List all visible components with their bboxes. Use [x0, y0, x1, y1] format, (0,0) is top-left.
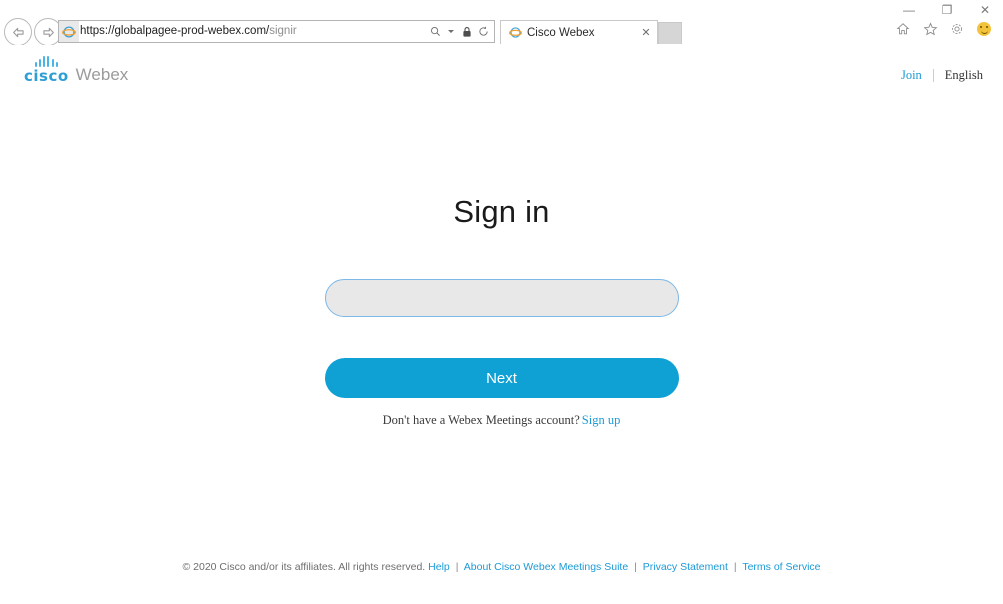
header-navigation: Join English	[901, 68, 983, 83]
sign-up-link[interactable]: Sign up	[582, 413, 621, 427]
footer-link-privacy[interactable]: Privacy Statement	[643, 561, 728, 573]
header-divider	[932, 69, 934, 82]
url-path-text: signir	[269, 25, 297, 37]
favorites-star-icon[interactable]	[921, 20, 939, 38]
url-main-text: https://globalpagee-prod-webex.com/	[80, 25, 270, 37]
browser-chrome: — ❐ ✕ https://globalpagee-prod-webex.com…	[0, 0, 1003, 46]
footer-separator: |	[634, 561, 637, 573]
address-input[interactable]: https://globalpagee-prod-webex.com/signi…	[79, 21, 425, 42]
feedback-smiley-icon[interactable]	[975, 20, 993, 38]
address-bar[interactable]: https://globalpagee-prod-webex.com/signi…	[58, 20, 495, 43]
webex-signin-page: cisco Webex Join English Sign in Next Do…	[0, 46, 1003, 604]
language-selector[interactable]: English	[945, 68, 983, 83]
lock-icon	[461, 25, 473, 39]
join-link[interactable]: Join	[901, 68, 922, 83]
browser-navigation	[4, 18, 64, 46]
tools-gear-icon[interactable]	[948, 20, 966, 38]
minimize-button[interactable]: —	[899, 2, 919, 18]
close-window-button[interactable]: ✕	[975, 2, 995, 18]
window-controls: — ❐ ✕	[899, 2, 995, 18]
tab-strip: Cisco Webex ✕	[500, 20, 682, 44]
footer-link-help[interactable]: Help	[428, 561, 450, 573]
page-title: Sign in	[453, 194, 550, 229]
cisco-webex-logo[interactable]: cisco Webex	[24, 56, 128, 84]
cisco-bridge-icon	[34, 56, 58, 67]
footer-link-about[interactable]: About Cisco Webex Meetings Suite	[464, 561, 628, 573]
refresh-icon[interactable]	[477, 25, 489, 39]
search-icon[interactable]	[429, 25, 441, 39]
copyright-text: © 2020 Cisco and/or its affiliates. All …	[182, 561, 426, 573]
webex-wordmark: Webex	[75, 65, 129, 84]
signup-prompt-row: Don't have a Webex Meetings account? Sign…	[325, 413, 679, 428]
signin-form: Next Don't have a Webex Meetings account…	[324, 230, 679, 428]
internet-explorer-icon	[59, 25, 79, 39]
footer-separator: |	[733, 561, 737, 573]
tab-cisco-webex[interactable]: Cisco Webex ✕	[500, 20, 658, 44]
address-bar-icons	[425, 21, 494, 42]
home-icon[interactable]	[894, 20, 912, 38]
signup-prompt-text: Don't have a Webex Meetings account?	[382, 413, 580, 427]
tab-favicon-icon	[507, 26, 523, 39]
footer-separator: |	[455, 561, 459, 573]
cisco-logo-mark: cisco	[24, 56, 69, 84]
browser-toolbar-icons	[894, 20, 993, 38]
site-header: cisco Webex Join English	[0, 46, 1003, 98]
next-button[interactable]: Next	[324, 358, 679, 398]
email-input[interactable]	[324, 279, 679, 317]
back-button[interactable]	[4, 18, 32, 46]
restore-button[interactable]: ❐	[937, 2, 957, 18]
chevron-down-icon[interactable]	[445, 25, 457, 39]
cisco-wordmark: cisco	[24, 67, 69, 85]
tab-close-icon[interactable]: ✕	[639, 26, 653, 39]
footer-link-terms[interactable]: Terms of Service	[742, 561, 820, 573]
new-tab-button[interactable]	[658, 22, 682, 44]
tab-title: Cisco Webex	[527, 26, 595, 39]
page-footer: © 2020 Cisco and/or its affiliates. All …	[0, 561, 1003, 573]
